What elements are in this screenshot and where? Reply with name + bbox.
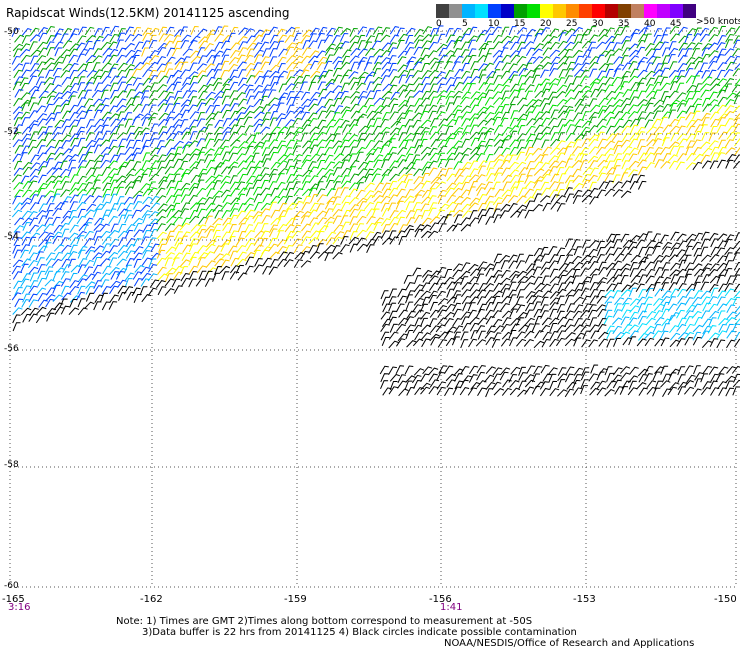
legend-label: 15	[514, 19, 526, 29]
legend-swatch	[488, 4, 501, 18]
legend-swatch	[514, 4, 527, 18]
legend-swatch	[644, 4, 657, 18]
credit-line: NOAA/NESDIS/Office of Research and Appli…	[444, 638, 695, 649]
legend-swatch	[683, 4, 696, 18]
lat-label-54: -54	[4, 232, 19, 242]
legend-swatch	[475, 4, 488, 18]
legend-swatch	[527, 4, 540, 18]
lat-label-50: -50	[4, 27, 19, 37]
legend-label: 35	[618, 19, 630, 29]
legend-swatch	[579, 4, 592, 18]
legend-label: 5	[462, 19, 468, 29]
note-line-1: Note: 1) Times are GMT 2)Times along bot…	[116, 616, 533, 627]
lon-label-150: -150	[714, 594, 737, 605]
lon-label-162: -162	[140, 594, 163, 605]
legend-swatch	[553, 4, 566, 18]
legend-swatch	[631, 4, 644, 18]
time-label-center: 1:41	[440, 602, 463, 613]
legend-label: 0	[436, 19, 442, 29]
legend-swatch	[449, 4, 462, 18]
legend-swatch	[618, 4, 631, 18]
legend-swatch	[670, 4, 683, 18]
legend-label: 10	[488, 19, 500, 29]
legend-label: 20	[540, 19, 552, 29]
legend-swatch	[657, 4, 670, 18]
legend-swatch	[592, 4, 605, 18]
map-title: Rapidscat Winds(12.5KM) 20141125 ascendi…	[6, 6, 290, 20]
wind-map	[9, 25, 740, 588]
note-line-2: 3)Data buffer is 22 hrs from 20141125 4)…	[142, 627, 577, 638]
legend-swatch	[566, 4, 579, 18]
legend-labels: 0 5 10 15 20 25 30 35 40 45	[436, 18, 696, 30]
legend-color-bar	[436, 4, 696, 18]
legend-swatch	[436, 4, 449, 18]
legend-swatch	[540, 4, 553, 18]
lat-label-60: -60	[4, 581, 19, 591]
legend-swatch	[462, 4, 475, 18]
lat-label-56: -56	[4, 344, 19, 354]
legend-label: 25	[566, 19, 578, 29]
lon-label-153: -153	[573, 594, 596, 605]
legend-swatch	[501, 4, 514, 18]
time-label-west: 3:16	[8, 602, 31, 613]
legend-label: 40	[644, 19, 656, 29]
wind-speed-legend: 0 5 10 15 20 25 30 35 40 45	[436, 4, 696, 32]
lat-label-58: -58	[4, 460, 19, 470]
legend-label: 45	[670, 19, 682, 29]
lat-label-52: -52	[4, 127, 19, 137]
legend-swatch	[605, 4, 618, 18]
lon-label-159: -159	[284, 594, 307, 605]
legend-label: 30	[592, 19, 604, 29]
legend-units: >50 knots	[696, 17, 740, 27]
map-frame	[10, 31, 736, 587]
wind-barb	[733, 26, 740, 35]
